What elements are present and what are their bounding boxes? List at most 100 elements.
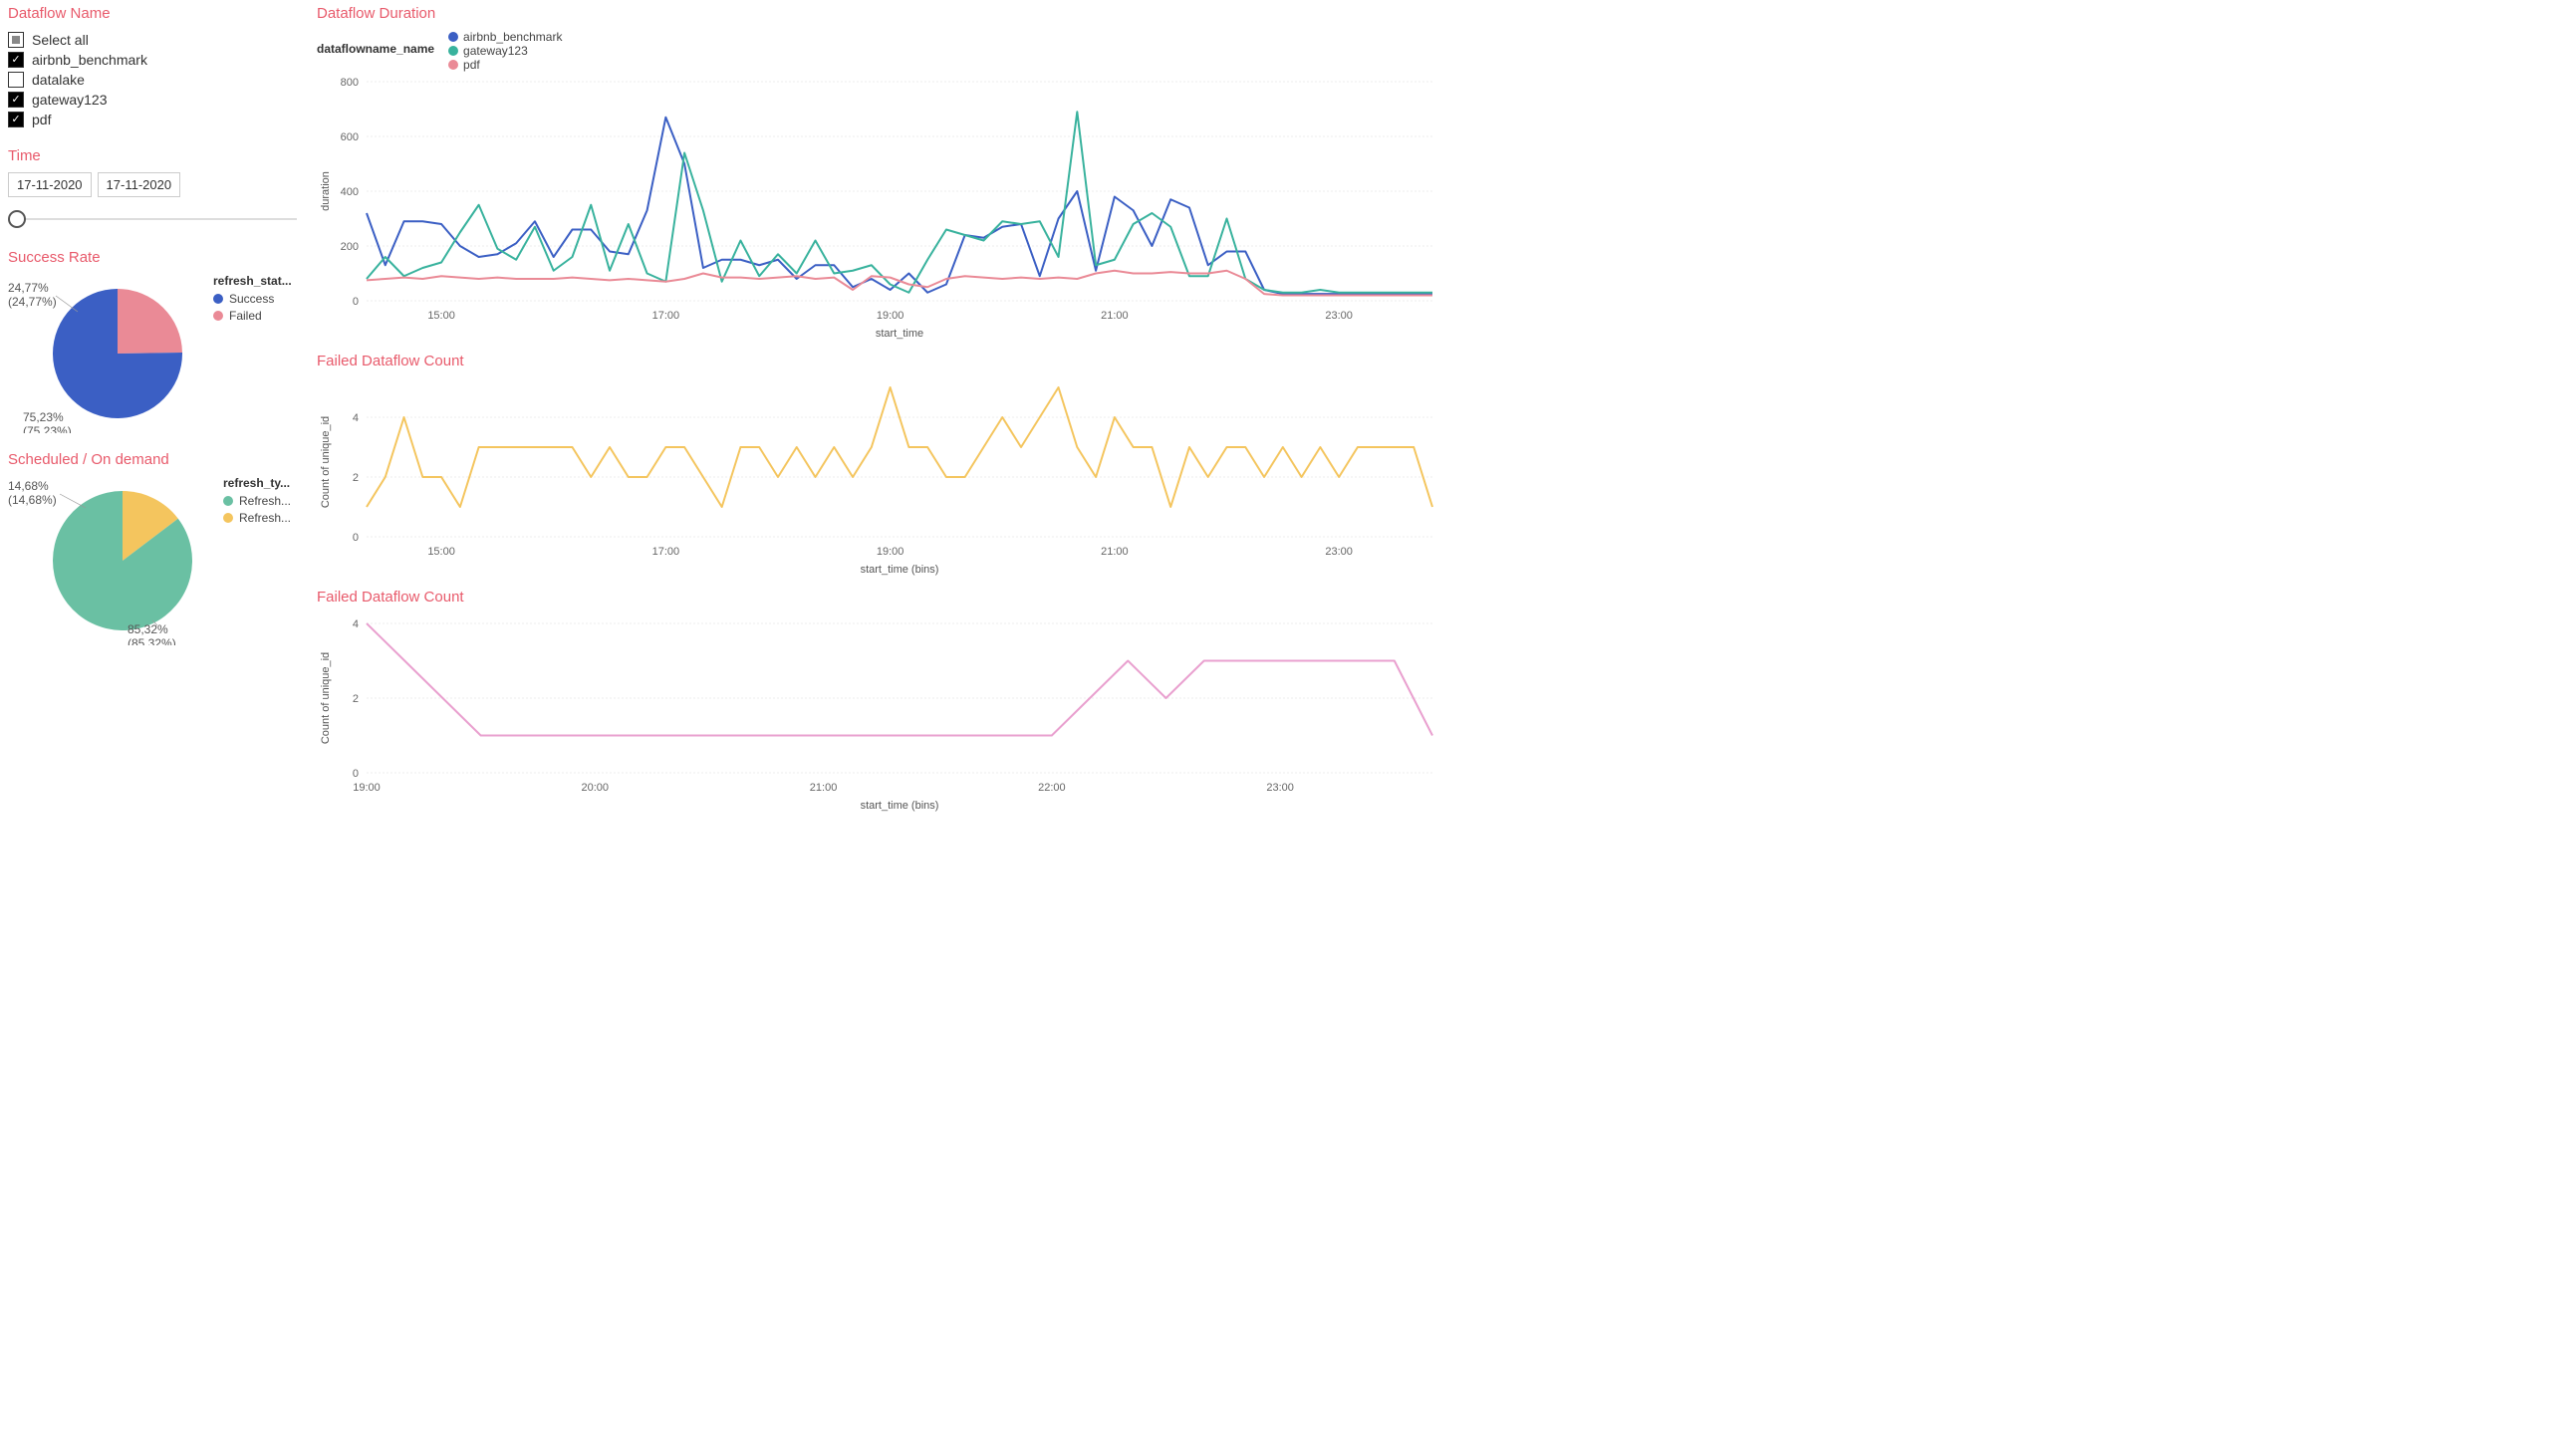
svg-text:0: 0 [353, 532, 359, 544]
success-rate-legend: refresh_stat... SuccessFailed [213, 274, 292, 326]
svg-text:23:00: 23:00 [1266, 782, 1294, 794]
scheduled-pie: 14,68%(14,68%) 85,32%(85,32%) [8, 476, 207, 645]
svg-text:2: 2 [353, 472, 359, 484]
svg-text:23:00: 23:00 [1325, 310, 1353, 322]
duration-legend: dataflowname_name airbnb_benchmarkgatewa… [317, 30, 1446, 72]
duration-chart-block: Dataflow Duration dataflowname_name airb… [317, 5, 1446, 341]
svg-text:17:00: 17:00 [652, 546, 680, 558]
legend-item[interactable]: airbnb_benchmark [448, 30, 562, 44]
date-to-input[interactable]: 17-11-2020 [98, 172, 181, 197]
slider-thumb[interactable] [8, 210, 26, 228]
svg-text:17:00: 17:00 [652, 310, 680, 322]
dataflow-name-title: Dataflow Name [8, 5, 297, 22]
checkbox-icon [8, 52, 24, 68]
checkbox-icon [8, 72, 24, 88]
legend-dot-icon [448, 32, 458, 42]
time-title: Time [8, 147, 297, 164]
checkbox-icon [8, 92, 24, 108]
svg-text:23:00: 23:00 [1325, 546, 1353, 558]
legend-item[interactable]: Success [213, 292, 292, 306]
legend-item[interactable]: Refresh... [223, 511, 291, 525]
svg-text:(24,77%): (24,77%) [8, 295, 57, 309]
svg-text:(14,68%): (14,68%) [8, 493, 57, 507]
legend-label: Refresh... [239, 494, 291, 508]
filter-label: datalake [32, 72, 85, 88]
svg-text:4: 4 [353, 618, 359, 630]
legend-label: airbnb_benchmark [463, 30, 562, 44]
legend-label: Success [229, 292, 274, 306]
filter-label: gateway123 [32, 92, 108, 108]
svg-text:19:00: 19:00 [353, 782, 381, 794]
svg-text:0: 0 [353, 768, 359, 780]
svg-text:20:00: 20:00 [582, 782, 610, 794]
legend-dot-icon [448, 46, 458, 56]
date-from-input[interactable]: 17-11-2020 [8, 172, 92, 197]
select-all-checkbox[interactable]: Select all [8, 30, 297, 50]
svg-text:(85,32%): (85,32%) [128, 636, 176, 645]
svg-text:22:00: 22:00 [1038, 782, 1066, 794]
scheduled-title: Scheduled / On demand [8, 451, 297, 468]
svg-text:Count of unique_id: Count of unique_id [320, 416, 332, 508]
legend-dot-icon [223, 496, 233, 506]
svg-text:15:00: 15:00 [427, 310, 455, 322]
legend-label: pdf [463, 58, 480, 72]
svg-text:2: 2 [353, 693, 359, 705]
svg-text:19:00: 19:00 [877, 310, 904, 322]
svg-text:Count of unique_id: Count of unique_id [320, 652, 332, 744]
legend-item[interactable]: gateway123 [448, 44, 562, 58]
filter-checkbox-datalake[interactable]: datalake [8, 70, 297, 90]
svg-text:14,68%: 14,68% [8, 479, 49, 493]
scheduled-block: Scheduled / On demand 14,68%(14,68%) 85,3… [8, 451, 297, 645]
svg-text:start_time (bins): start_time (bins) [861, 564, 939, 576]
success-rate-title: Success Rate [8, 249, 297, 266]
svg-text:4: 4 [353, 412, 359, 424]
duration-chart-title: Dataflow Duration [317, 5, 1446, 22]
success-rate-block: Success Rate 24,77%(24,77%) 75,23%(75,23%… [8, 249, 297, 433]
legend-dot-icon [213, 294, 223, 304]
svg-text:21:00: 21:00 [1101, 546, 1129, 558]
slider-line [20, 218, 297, 220]
svg-text:19:00: 19:00 [877, 546, 904, 558]
svg-text:85,32%: 85,32% [128, 622, 168, 636]
time-slider[interactable] [8, 207, 297, 231]
time-filter: Time 17-11-2020 17-11-2020 [8, 147, 297, 231]
checkbox-icon [8, 112, 24, 127]
svg-text:200: 200 [341, 241, 359, 253]
svg-text:(75,23%): (75,23%) [23, 424, 72, 433]
svg-text:15:00: 15:00 [427, 546, 455, 558]
failed1-chart: 0 2 4 15:00 17:00 19:00 21:00 23:00 start_time (… [317, 377, 1442, 577]
failed2-chart-title: Failed Dataflow Count [317, 589, 1446, 606]
filter-label: pdf [32, 112, 51, 127]
select-all-label: Select all [32, 32, 89, 48]
filter-checkbox-pdf[interactable]: pdf [8, 110, 297, 129]
legend-label: gateway123 [463, 44, 528, 58]
legend-item[interactable]: Refresh... [223, 494, 291, 508]
svg-text:start_time (bins): start_time (bins) [861, 800, 939, 812]
svg-text:21:00: 21:00 [810, 782, 838, 794]
legend-item[interactable]: Failed [213, 309, 292, 323]
legend-dot-icon [448, 60, 458, 70]
svg-text:duration: duration [320, 171, 332, 211]
legend-dot-icon [213, 311, 223, 321]
svg-text:0: 0 [353, 296, 359, 308]
svg-text:600: 600 [341, 131, 359, 143]
duration-chart: 0 200 400 600 800 15:00 17:00 19:00 21:00 23:00 st… [317, 72, 1442, 341]
filter-checkbox-airbnb_benchmark[interactable]: airbnb_benchmark [8, 50, 297, 70]
checkbox-icon [8, 32, 24, 48]
svg-text:75,23%: 75,23% [23, 410, 64, 424]
failed1-chart-block: Failed Dataflow Count 0 2 4 15:00 17:00 19:00… [317, 353, 1446, 577]
legend-item[interactable]: pdf [448, 58, 562, 72]
svg-text:start_time: start_time [876, 328, 923, 340]
legend-label: Failed [229, 309, 262, 323]
svg-text:24,77%: 24,77% [8, 281, 49, 295]
svg-text:800: 800 [341, 77, 359, 89]
legend-label: Refresh... [239, 511, 291, 525]
svg-text:400: 400 [341, 186, 359, 198]
svg-text:21:00: 21:00 [1101, 310, 1129, 322]
success-rate-pie: 24,77%(24,77%) 75,23%(75,23%) [8, 274, 197, 433]
failed1-chart-title: Failed Dataflow Count [317, 353, 1446, 369]
legend-dot-icon [223, 513, 233, 523]
filter-checkbox-gateway123[interactable]: gateway123 [8, 90, 297, 110]
failed2-chart-block: Failed Dataflow Count 0 2 4 19:00 20:00 21:00… [317, 589, 1446, 813]
filter-label: airbnb_benchmark [32, 52, 147, 68]
